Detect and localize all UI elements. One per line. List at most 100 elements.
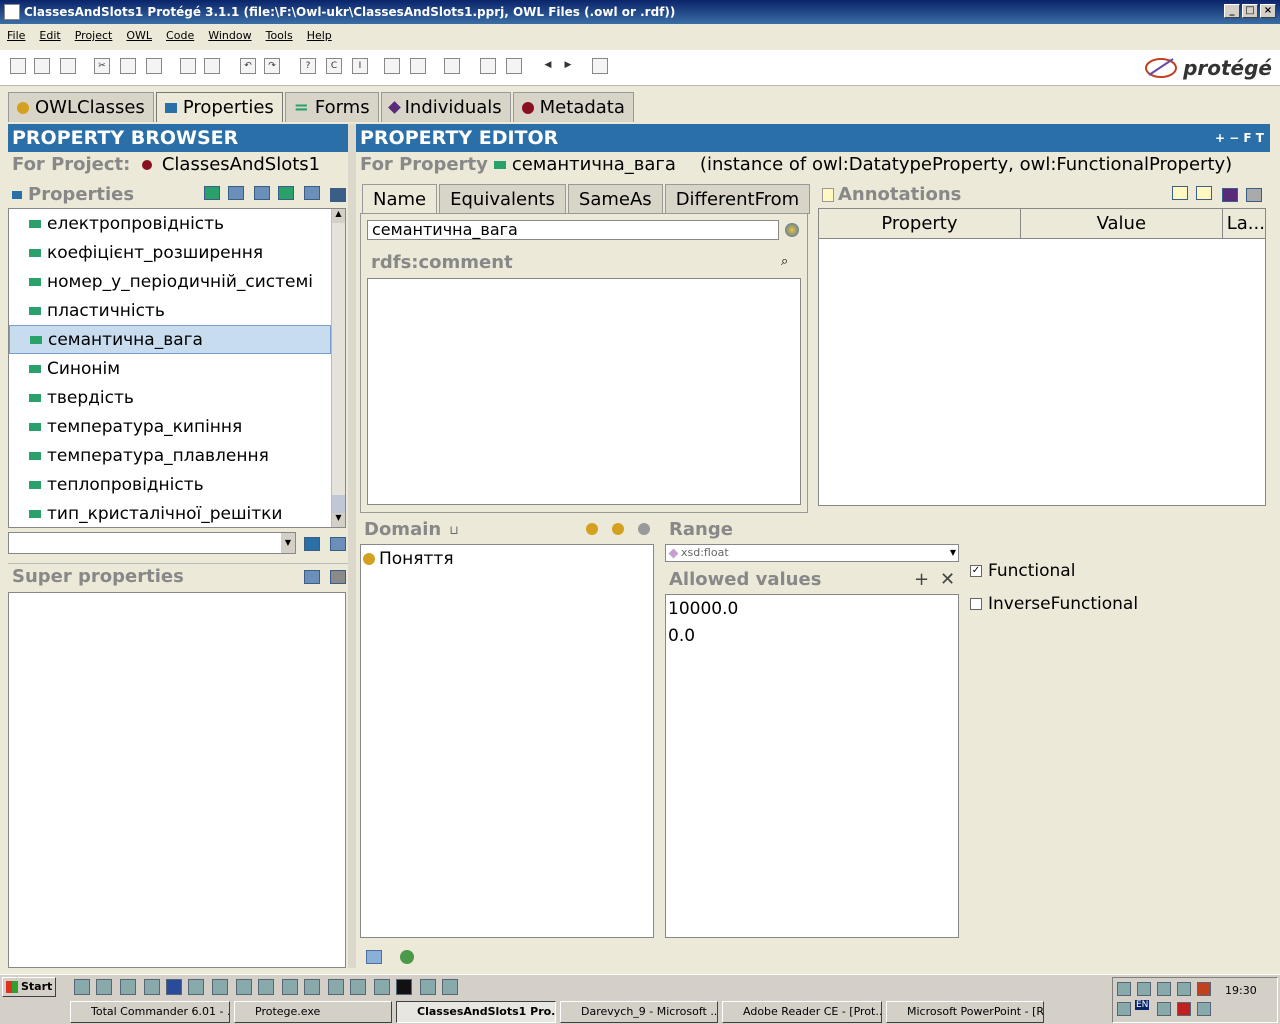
domain-list[interactable]: Поняття	[360, 544, 654, 938]
taskbar-button[interactable]: Microsoft PowerPoint - [R...	[886, 1001, 1044, 1023]
taskbar-button[interactable]: Adobe Reader CE - [Prot...	[722, 1001, 882, 1023]
quicklaunch-icon[interactable]	[120, 979, 136, 995]
quicklaunch-icon[interactable]	[236, 979, 252, 995]
add-individual-annotation-icon[interactable]	[1222, 188, 1238, 202]
col-value[interactable]: Value	[1021, 209, 1223, 238]
add-value-icon[interactable]: +	[914, 569, 929, 590]
col-lang[interactable]: La...	[1223, 209, 1265, 238]
tray-icon[interactable]	[1157, 982, 1171, 996]
list-item[interactable]: коефіцієнт_розширення	[9, 238, 331, 267]
maximize-button[interactable]: □	[1242, 4, 1258, 18]
list-item-selected[interactable]: семантична_вага	[9, 325, 331, 354]
individual-icon[interactable]: I	[352, 58, 368, 74]
quicklaunch-icon[interactable]	[328, 979, 344, 995]
allowed-values-list[interactable]: 10000.0 0.0	[665, 594, 959, 938]
property-list[interactable]: електропровідність коефіцієнт_розширення…	[8, 208, 346, 528]
taskbar-button-active[interactable]: ClassesAndSlots1 Pro...	[396, 1001, 556, 1023]
menu-owl[interactable]: OWL	[119, 26, 159, 46]
create-property-icon[interactable]	[204, 186, 220, 200]
list-item[interactable]: пластичність	[9, 296, 331, 325]
quicklaunch-icon[interactable]	[188, 979, 204, 995]
menu-edit[interactable]: Edit	[32, 26, 67, 46]
col-property[interactable]: Property	[819, 209, 1021, 238]
reasoner-icon[interactable]	[384, 58, 400, 74]
quicklaunch-icon[interactable]	[212, 979, 228, 995]
console-icon[interactable]	[396, 979, 412, 995]
tray-icon[interactable]	[1117, 1002, 1131, 1016]
start-button[interactable]: Start	[2, 977, 56, 997]
quicklaunch-icon[interactable]	[420, 979, 436, 995]
menu-window[interactable]: Window	[201, 26, 258, 46]
new-file-icon[interactable]	[10, 58, 26, 74]
add-superproperty-icon[interactable]	[304, 570, 320, 584]
app-icon[interactable]	[4, 4, 20, 20]
query-icon[interactable]: ?	[300, 58, 316, 74]
globe-icon[interactable]	[785, 223, 799, 237]
create-subproperty-icon[interactable]	[254, 186, 270, 200]
list-item[interactable]: 10000.0	[668, 599, 956, 626]
tab-individuals[interactable]: Individuals	[380, 92, 511, 122]
add-comment-icon[interactable]	[1196, 186, 1212, 200]
tab-differentfrom[interactable]: DifferentFrom	[664, 184, 811, 214]
redo-icon[interactable]: ↷	[264, 58, 280, 74]
delete-property-icon[interactable]	[330, 188, 346, 202]
annotations-table[interactable]: Property Value La...	[818, 208, 1266, 506]
tray-icon[interactable]	[1177, 1002, 1191, 1016]
tab-owlclasses[interactable]: OWLClasses	[8, 92, 154, 122]
find-icon[interactable]	[304, 537, 320, 551]
header-controls[interactable]: + − F T	[1215, 124, 1264, 152]
tab-metadata[interactable]: Metadata	[512, 92, 634, 122]
list-item[interactable]: Синонім	[9, 354, 331, 383]
save-icon[interactable]	[60, 58, 76, 74]
rdfs-comment-area[interactable]	[367, 278, 801, 505]
list-item[interactable]: температура_плавлення	[9, 441, 331, 470]
list-item[interactable]: теплопровідність	[9, 470, 331, 499]
open-file-icon[interactable]	[34, 58, 50, 74]
class-icon[interactable]: C	[326, 58, 342, 74]
list-item[interactable]: електропровідність	[9, 209, 331, 238]
menu-project[interactable]: Project	[68, 26, 120, 46]
menu-help[interactable]: Help	[300, 26, 339, 46]
name-field[interactable]: семантична_вага	[367, 220, 779, 240]
remove-superproperty-icon[interactable]	[330, 570, 346, 584]
find-next-icon[interactable]	[330, 537, 346, 551]
chevron-down-icon[interactable]: ▼	[950, 545, 956, 561]
taskbar-button[interactable]: Protege.exe	[234, 1001, 392, 1023]
quicklaunch-icon[interactable]	[144, 979, 160, 995]
back-arrow-icon[interactable]: ◀	[540, 58, 556, 74]
pin-icon[interactable]	[592, 58, 608, 74]
quicklaunch-icon[interactable]	[374, 979, 390, 995]
functional-checkbox[interactable]: ✓	[970, 565, 982, 577]
create-object-property-icon[interactable]	[228, 186, 244, 200]
list-item[interactable]: температура_кипіння	[9, 412, 331, 441]
copy-icon[interactable]	[120, 58, 136, 74]
cut-icon[interactable]: ✂	[94, 58, 110, 74]
volume-icon[interactable]	[1137, 982, 1151, 996]
download-icon[interactable]	[366, 950, 382, 964]
word-icon[interactable]	[166, 979, 182, 995]
clock[interactable]: 19:30	[1225, 984, 1257, 997]
add-annotation-icon[interactable]	[1172, 186, 1188, 200]
list-item[interactable]: Поняття	[361, 545, 653, 573]
create-annotation-property-icon[interactable]	[278, 186, 294, 200]
tab-forms[interactable]: = Forms	[284, 92, 379, 122]
search-dropdown-icon[interactable]: ▼	[281, 533, 295, 553]
add-domain-class-icon[interactable]	[586, 523, 598, 535]
close-button[interactable]: ×	[1260, 4, 1276, 18]
quicklaunch-icon[interactable]	[304, 979, 320, 995]
minimize-button[interactable]: _	[1224, 4, 1240, 18]
tray-icon[interactable]	[1117, 982, 1131, 996]
undo-icon[interactable]: ↶	[240, 58, 256, 74]
search-icon[interactable]: ⌕	[781, 254, 788, 269]
import-icon[interactable]	[180, 58, 196, 74]
scroll-up-icon[interactable]: ▲	[332, 209, 345, 223]
tab-sameas[interactable]: SameAs	[567, 184, 663, 214]
list-item[interactable]: твердість	[9, 383, 331, 412]
menu-code[interactable]: Code	[159, 26, 201, 46]
quicklaunch-icon[interactable]	[74, 979, 90, 995]
list-item[interactable]: тип_кристалічної_решітки	[9, 499, 331, 527]
calculator-icon[interactable]	[480, 58, 496, 74]
tab-properties[interactable]: Properties	[155, 92, 283, 122]
search-input[interactable]: ▼	[8, 532, 296, 554]
list-item[interactable]: 0.0	[668, 626, 956, 653]
